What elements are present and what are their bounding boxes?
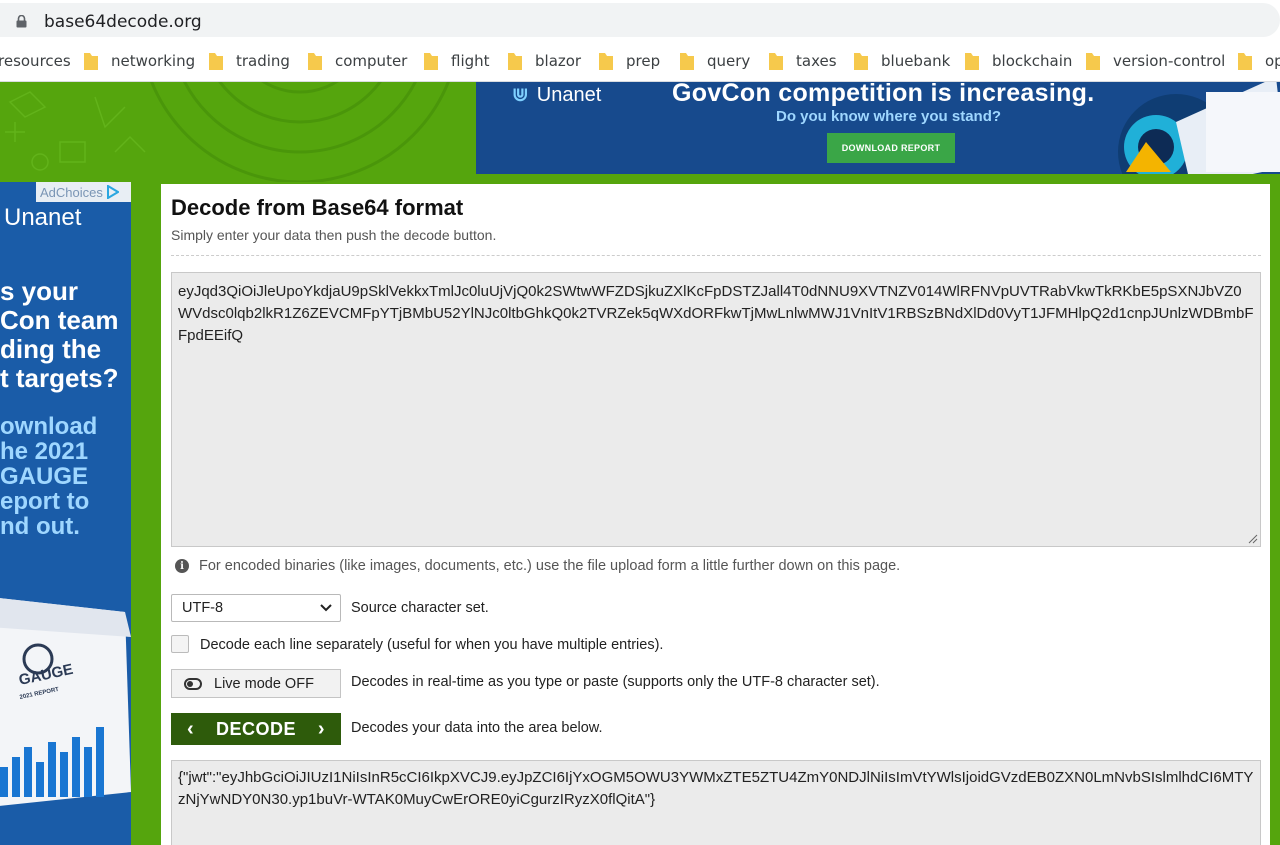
separate-lines-label: Decode each line separately (useful for … [200, 637, 664, 653]
background-pattern [0, 82, 476, 182]
adchoices-label: AdChoices [40, 184, 103, 200]
bookmark-label: bluebank [881, 52, 951, 70]
live-mode-description: Decodes in real-time as you type or past… [351, 674, 880, 690]
bookmarks-bar: resources networking trading computer fl… [0, 40, 1280, 82]
charset-select[interactable]: UTF-8 [171, 594, 341, 622]
ad-download-text: ownload he 2021 GAUGE eport to nd out. [0, 413, 98, 540]
folder-icon [208, 51, 224, 71]
input-text: eyJqd3QiOiJleUpoYkdjaU9pSklVekkxTmlJc0lu… [178, 283, 1254, 344]
bookmark-trading[interactable]: trading [208, 50, 290, 72]
bookmark-resources[interactable]: resources [0, 50, 71, 72]
decode-button-label: DECODE [215, 718, 296, 739]
bookmark-label: resources [0, 52, 71, 70]
adchoices-icon [106, 185, 119, 199]
bookmark-label: networking [111, 52, 196, 70]
url-text: base64decode.org [44, 12, 202, 32]
lock-icon [16, 15, 27, 28]
charset-value: UTF-8 [182, 600, 224, 616]
bookmark-label: blazor [535, 52, 582, 70]
charset-label: Source character set. [351, 600, 489, 616]
bookmark-label: op [1265, 52, 1280, 70]
page-title: Decode from Base64 format [171, 195, 464, 220]
url-field[interactable]: base64decode.org [0, 3, 1280, 37]
left-sidebar-ad[interactable]: AdChoices Unanet s your Con team ding th… [0, 182, 131, 845]
bookmark-label: blockchain [992, 52, 1073, 70]
top-banner-ad[interactable]: ⋓ Unanet GovCon competition is increasing… [476, 82, 1280, 174]
bookmark-blockchain[interactable]: blockchain [964, 50, 1072, 72]
folder-icon [1237, 51, 1253, 71]
info-note: i For encoded binaries (like images, doc… [175, 558, 900, 574]
address-bar: base64decode.org [0, 0, 1280, 40]
output-text: {"jwt":"eyJhbGciOiJIUzI1NiIsInR5cCI6IkpX… [178, 769, 1254, 808]
ad-subline: Do you know where you stand? [776, 108, 1002, 125]
bookmark-networking[interactable]: networking [83, 50, 195, 72]
folder-icon [307, 51, 323, 71]
bookmark-flight[interactable]: flight [423, 50, 490, 72]
ad-brand: ⋓ Unanet [512, 84, 602, 106]
chevron-down-icon [320, 604, 332, 612]
decoder-panel: Decode from Base64 format Simply enter y… [161, 184, 1270, 845]
input-textarea[interactable]: eyJqd3QiOiJleUpoYkdjaU9pSklVekkxTmlJc0lu… [171, 272, 1261, 547]
live-mode-button[interactable]: Live mode OFF [171, 669, 341, 698]
ad-download-button[interactable]: DOWNLOAD REPORT [827, 133, 955, 163]
output-textarea[interactable]: {"jwt":"eyJhbGciOiJIUzI1NiIsInR5cCI6IkpX… [171, 760, 1261, 845]
bookmark-label: trading [236, 52, 290, 70]
bookmark-query[interactable]: query [679, 50, 750, 72]
report-cover-image: GAUGE 2021 REPORT [0, 598, 131, 806]
divider [171, 255, 1261, 256]
bookmark-label: query [707, 52, 751, 70]
separate-lines-checkbox[interactable] [171, 635, 189, 653]
bookmark-label: taxes [796, 52, 837, 70]
info-text: For encoded binaries (like images, docum… [199, 558, 901, 574]
folder-icon [853, 51, 869, 71]
bookmark-taxes[interactable]: taxes [768, 50, 837, 72]
adchoices-badge[interactable]: AdChoices [36, 182, 131, 202]
bookmark-label: version-control [1113, 52, 1226, 70]
ad-headline: GovCon competition is increasing. [672, 82, 1095, 107]
resize-handle-icon[interactable] [1248, 534, 1258, 544]
bookmark-label: flight [451, 52, 490, 70]
bookmark-blazor[interactable]: blazor [507, 50, 581, 72]
folder-icon [83, 51, 99, 71]
ad-question: s your Con team ding the t targets? [0, 276, 119, 393]
page-subtitle: Simply enter your data then push the dec… [171, 227, 497, 243]
decode-description: Decodes your data into the area below. [351, 720, 603, 736]
bookmark-label: prep [626, 52, 661, 70]
bookmark-version-control[interactable]: version-control [1085, 50, 1225, 72]
folder-icon [423, 51, 439, 71]
info-icon: i [175, 559, 189, 573]
folder-icon [598, 51, 614, 71]
folder-icon [679, 51, 695, 71]
folder-icon [768, 51, 784, 71]
folder-icon [964, 51, 980, 71]
chevron-right-icon: › [317, 717, 325, 740]
bookmark-computer[interactable]: computer [307, 50, 407, 72]
bookmark-prep[interactable]: prep [598, 50, 660, 72]
toggle-icon [184, 677, 202, 690]
bookmark-bluebank[interactable]: bluebank [853, 50, 950, 72]
folder-icon [507, 51, 523, 71]
bookmark-label: computer [335, 52, 408, 70]
folder-icon [1085, 51, 1101, 71]
chevron-left-icon: ‹ [187, 717, 195, 740]
live-mode-label: Live mode OFF [214, 675, 314, 692]
bookmark-op[interactable]: op [1237, 50, 1280, 72]
decode-button[interactable]: ‹ DECODE › [171, 713, 341, 745]
ad-brand-left: Unanet [4, 204, 82, 231]
page-background: ⋓ Unanet GovCon competition is increasing… [0, 82, 1280, 845]
